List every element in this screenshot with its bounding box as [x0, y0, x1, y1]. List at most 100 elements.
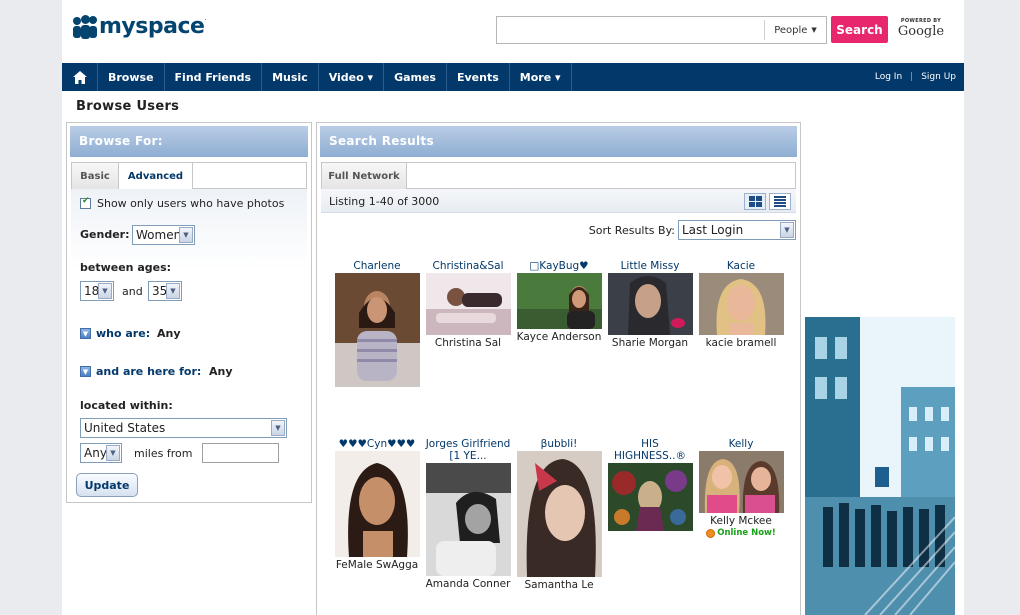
age-max-select[interactable]: 35 ▼: [148, 281, 182, 301]
user-photo[interactable]: [334, 273, 420, 387]
grid-view-button[interactable]: [744, 193, 766, 210]
nav-browse[interactable]: Browse: [98, 63, 165, 91]
gender-select[interactable]: Women ▼: [132, 225, 195, 245]
chevron-down-icon: ▼: [811, 26, 817, 34]
user-photo[interactable]: [425, 463, 511, 576]
user-card: Christina&Sal Christina Sal: [423, 260, 513, 349]
here-for-link[interactable]: and are here for:: [96, 365, 201, 378]
search-results-heading: Search Results: [320, 126, 797, 157]
search-scope-select[interactable]: People ▼: [764, 20, 826, 40]
sort-value: Last Login: [682, 223, 744, 237]
nav-find-friends[interactable]: Find Friends: [165, 63, 263, 91]
user-name-link[interactable]: Christina&Sal: [423, 260, 513, 272]
user-name-link[interactable]: Charlene: [332, 260, 422, 272]
user-card: Little Missy Sharie Morgan: [605, 260, 695, 349]
user-name-link[interactable]: Jorges Girlfriend [1 YE...: [423, 438, 513, 462]
user-card: □KayBug♥ Kayce Anderson: [514, 260, 604, 343]
search-input[interactable]: [497, 17, 763, 43]
user-photo[interactable]: [698, 273, 784, 335]
user-name-link[interactable]: Kacie: [696, 260, 786, 272]
main-nav: Browse Find Friends Music Video ▾ Games …: [62, 63, 964, 91]
miles-select[interactable]: Any ▼: [80, 443, 122, 463]
photos-checkbox[interactable]: [80, 196, 91, 209]
nav-home[interactable]: [62, 63, 98, 91]
nav-music[interactable]: Music: [262, 63, 319, 91]
age-and-label: and: [122, 285, 143, 298]
myspace-logo[interactable]: myspace.: [73, 14, 207, 39]
online-now-label: Online Now!: [717, 528, 776, 538]
expand-who-are-icon[interactable]: ▼: [80, 328, 91, 339]
browse-form: Show only users who have photos Gender: …: [71, 189, 307, 498]
update-button[interactable]: Update: [76, 473, 138, 497]
people-logo-icon: [73, 14, 97, 39]
listing-count: Listing 1-40 of 3000: [329, 195, 440, 208]
user-name-link[interactable]: Kelly: [696, 438, 786, 450]
search-button[interactable]: Search: [831, 16, 888, 43]
tab-advanced[interactable]: Advanced: [119, 162, 193, 190]
google-label: Google: [897, 24, 945, 39]
user-photo[interactable]: [516, 451, 602, 577]
nav-games[interactable]: Games: [384, 63, 447, 91]
grid-icon: [748, 196, 762, 207]
user-real-name: Sharie Morgan: [611, 337, 689, 349]
chevron-down-icon: ▼: [179, 227, 193, 243]
gender-label: Gender:: [80, 228, 130, 241]
signup-link[interactable]: Sign Up: [921, 72, 956, 82]
tab-basic[interactable]: Basic: [71, 162, 119, 190]
powered-by-google: POWERED BY Google: [896, 18, 946, 39]
country-select[interactable]: United States ▼: [80, 418, 287, 438]
user-photo[interactable]: [607, 273, 693, 335]
tab-full-network[interactable]: Full Network: [321, 162, 407, 190]
user-name-link[interactable]: Little Missy: [605, 260, 695, 272]
user-card: HIS HIGHNESS..®: [605, 438, 695, 531]
login-link[interactable]: Log In: [875, 72, 902, 82]
user-photo[interactable]: [698, 451, 784, 513]
age-min-select[interactable]: 18 ▼: [80, 281, 114, 301]
user-real-name: kacie bramell: [705, 337, 777, 349]
miles-from-label: miles from: [134, 447, 193, 460]
browse-tabs: Basic Advanced: [71, 162, 307, 190]
listing-bar: Listing 1-40 of 3000: [321, 189, 796, 213]
zip-input[interactable]: [202, 443, 279, 463]
chevron-down-icon: ▼: [271, 420, 285, 436]
page: myspace. People ▼ Search POWERED BY Goog…: [62, 0, 964, 615]
user-name-link[interactable]: βubbli!: [514, 438, 604, 450]
chevron-down-icon: ▼: [98, 283, 112, 299]
gender-value: Women: [136, 228, 182, 242]
user-photo[interactable]: [516, 273, 602, 329]
nav-video[interactable]: Video ▾: [319, 63, 385, 91]
chevron-down-icon: ▼: [166, 283, 180, 299]
user-card: Kacie kacie bramell: [696, 260, 786, 349]
user-card: Jorges Girlfriend [1 YE... Amanda Conner: [423, 438, 513, 590]
user-name-link[interactable]: HIS HIGHNESS..®: [605, 438, 695, 462]
user-name-link[interactable]: □KayBug♥: [514, 260, 604, 272]
user-photo[interactable]: [425, 273, 511, 335]
browse-for-panel: Browse For: Basic Advanced Show only use…: [66, 122, 312, 503]
here-for-value: Any: [209, 365, 233, 378]
search-box: People ▼: [496, 16, 827, 44]
list-view-button[interactable]: [769, 193, 791, 210]
chevron-down-icon: ▼: [780, 222, 794, 238]
list-icon: [774, 196, 786, 207]
expand-here-for-icon[interactable]: ▼: [80, 366, 91, 377]
user-photo[interactable]: [334, 451, 420, 557]
page-title: Browse Users: [76, 99, 180, 114]
age-min-value: 18: [84, 284, 100, 298]
user-real-name: FeMale SwAgga: [335, 559, 419, 571]
street-scene-ad-image[interactable]: [805, 317, 955, 615]
user-card: Charlene: [332, 260, 422, 387]
nav-more[interactable]: More ▾: [510, 63, 572, 91]
who-are-link[interactable]: who are:: [96, 327, 150, 340]
user-photo[interactable]: [607, 463, 693, 531]
nav-events[interactable]: Events: [447, 63, 510, 91]
miles-value: Any: [84, 446, 107, 460]
user-card: βubbli! Samantha Le: [514, 438, 604, 591]
account-links: Log In | Sign Up: [875, 63, 956, 91]
ages-label: between ages:: [80, 261, 172, 274]
user-name-link[interactable]: ♥♥♥Cyn♥♥♥: [332, 438, 422, 450]
chevron-down-icon: ▼: [106, 445, 120, 461]
online-now-badge: Online Now!: [696, 528, 786, 538]
country-value: United States: [84, 421, 166, 435]
sort-select[interactable]: Last Login ▼: [678, 220, 796, 240]
user-real-name: Kelly Mckee: [710, 515, 772, 527]
